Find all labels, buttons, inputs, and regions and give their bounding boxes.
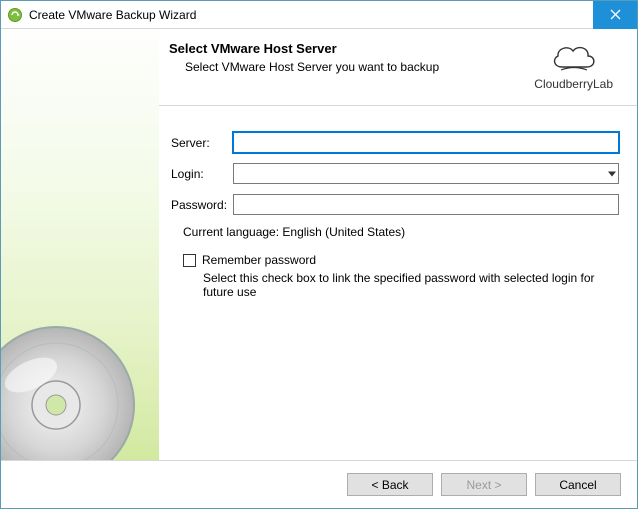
back-button[interactable]: < Back: [347, 473, 433, 496]
close-button[interactable]: [593, 1, 637, 29]
password-label: Password:: [171, 198, 233, 212]
login-combo[interactable]: [233, 163, 619, 184]
disc-graphic: [1, 320, 141, 460]
app-icon: [7, 7, 23, 23]
wizard-footer: < Back Next > Cancel: [1, 460, 637, 508]
wizard-window: Create VMware Backup Wizard: [0, 0, 638, 509]
server-input[interactable]: [233, 132, 619, 153]
login-label: Login:: [171, 167, 233, 181]
window-title: Create VMware Backup Wizard: [29, 8, 593, 22]
wizard-body: Select VMware Host Server Select VMware …: [1, 29, 637, 460]
server-label: Server:: [171, 136, 233, 150]
cancel-button[interactable]: Cancel: [535, 473, 621, 496]
remember-password-desc: Select this check box to link the specif…: [171, 271, 619, 299]
titlebar: Create VMware Backup Wizard: [1, 1, 637, 29]
wizard-header: Select VMware Host Server Select VMware …: [159, 29, 637, 106]
cloud-icon: [547, 41, 601, 75]
page-title: Select VMware Host Server: [169, 41, 524, 56]
password-input[interactable]: [233, 194, 619, 215]
brand-logo: CloudberryLab: [534, 41, 613, 91]
brand-name: CloudberryLab: [534, 77, 613, 91]
chevron-down-icon: [608, 171, 616, 176]
remember-password-label: Remember password: [202, 253, 316, 267]
language-line: Current language: English (United States…: [171, 225, 619, 239]
page-subtitle: Select VMware Host Server you want to ba…: [169, 60, 524, 74]
wizard-sidebar: [1, 29, 159, 460]
next-button[interactable]: Next >: [441, 473, 527, 496]
form-area: Server: Login: Password: Current languag…: [159, 106, 637, 309]
remember-password-checkbox[interactable]: [183, 254, 196, 267]
wizard-main: Select VMware Host Server Select VMware …: [159, 29, 637, 460]
